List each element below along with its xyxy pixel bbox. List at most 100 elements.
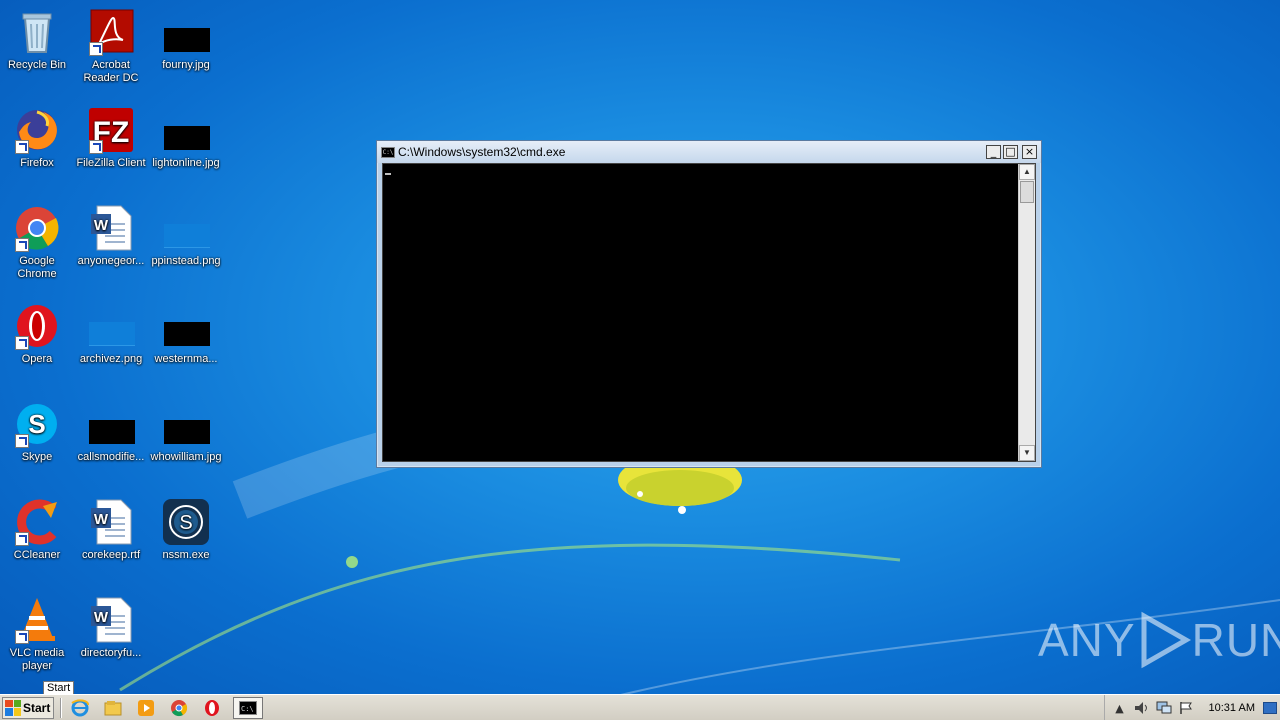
desktop-icon-label: Skype	[21, 451, 53, 463]
shortcut-arrow-icon	[15, 140, 29, 154]
desktop-icon-archivez[interactable]: archivez.png	[74, 302, 148, 366]
file-explorer-icon[interactable]	[101, 697, 125, 719]
text-cursor	[385, 173, 391, 175]
console-output[interactable]: ▲ ▼	[382, 163, 1036, 462]
svg-text:W: W	[94, 511, 109, 528]
image-file-icon	[87, 400, 135, 448]
desktop-icon-westernma[interactable]: westernma...	[149, 302, 223, 366]
image-file-icon	[162, 106, 210, 154]
show-hidden-icons-icon[interactable]: ▲	[1111, 700, 1129, 716]
cmd-titlebar[interactable]: C:\ C:\Windows\system32\cmd.exe _ □ ×	[377, 141, 1041, 163]
opera-taskbar-icon[interactable]	[200, 697, 224, 719]
shortcut-arrow-icon	[15, 630, 29, 644]
desktop-icon-label: Recycle Bin	[7, 59, 67, 71]
desktop-icon-label: Acrobat Reader DC	[83, 59, 139, 84]
desktop-icon-fourny[interactable]: fourny.jpg	[149, 8, 223, 72]
desktop-icon-anyonegeor[interactable]: W anyonegeor...	[74, 204, 148, 268]
desktop-icon-label: callsmodifie...	[77, 451, 145, 463]
vlc-icon	[13, 596, 61, 644]
desktop-icon-ccleaner[interactable]: CCleaner	[0, 498, 74, 562]
desktop-icon-label: westernma...	[154, 353, 218, 365]
chrome-taskbar-icon[interactable]	[167, 697, 191, 719]
desktop-icon-callsmodifie[interactable]: callsmodifie...	[74, 400, 148, 464]
svg-text:W: W	[94, 217, 109, 234]
console-icon: C:\	[381, 146, 395, 158]
chrome-icon	[13, 204, 61, 252]
anyrun-watermark: ANY RUN	[1038, 610, 1280, 670]
scroll-up-button[interactable]: ▲	[1019, 164, 1035, 180]
desktop-icon-label: Firefox	[20, 157, 54, 169]
firefox-icon	[13, 106, 61, 154]
desktop-icon-label: nssm.exe	[162, 549, 210, 561]
desktop-icon-google-chrome[interactable]: Google Chrome	[0, 204, 74, 281]
shortcut-arrow-icon	[89, 140, 103, 154]
desktop-icon-acrobat-reader[interactable]: Acrobat Reader DC	[74, 8, 148, 85]
watermark-left-text: ANY	[1038, 614, 1136, 666]
image-file-icon	[87, 302, 135, 350]
desktop-icon-ppinstead[interactable]: ppinstead.png	[149, 204, 223, 268]
desktop-icon-label: lightonline.jpg	[152, 157, 220, 169]
watermark-right-text: RUN	[1191, 614, 1280, 666]
svg-text:S: S	[179, 512, 192, 534]
action-center-flag-icon[interactable]	[1177, 700, 1195, 716]
shortcut-arrow-icon	[15, 434, 29, 448]
minimize-button[interactable]: _	[986, 145, 1001, 159]
vertical-scrollbar[interactable]: ▲ ▼	[1018, 164, 1035, 461]
desktop-icon-opera[interactable]: Opera	[0, 302, 74, 366]
clock[interactable]: 10:31 AM	[1209, 702, 1255, 714]
system-tray: ▲ 10:31 AM	[1103, 695, 1280, 720]
shortcut-arrow-icon	[15, 336, 29, 350]
desktop-icon-recycle-bin[interactable]: Recycle Bin	[0, 8, 74, 72]
network-icon[interactable]	[1155, 700, 1173, 716]
desktop-icon-label: ppinstead.png	[151, 255, 221, 267]
taskbar: Start C:\ ▲ 10:31 AM	[0, 694, 1280, 720]
svg-text:C:\: C:\	[241, 705, 254, 713]
desktop-icon-corekeep[interactable]: W corekeep.rtf	[74, 498, 148, 562]
scroll-down-button[interactable]: ▼	[1019, 445, 1035, 461]
filezilla-icon: FZ	[87, 106, 135, 154]
desktop-icon-label: VLC media player	[9, 647, 65, 672]
show-desktop-button[interactable]	[1263, 702, 1277, 714]
image-file-icon	[162, 8, 210, 56]
close-button[interactable]: ×	[1022, 145, 1037, 159]
shortcut-arrow-icon	[89, 42, 103, 56]
desktop-icon-directoryfu[interactable]: W directoryfu...	[74, 596, 148, 660]
nssm-icon: S	[162, 498, 210, 546]
opera-icon	[13, 302, 61, 350]
start-tooltip: Start	[43, 681, 75, 695]
shortcut-arrow-icon	[15, 238, 29, 252]
desktop-icon-label: whowilliam.jpg	[150, 451, 222, 463]
desktop-icon-label: corekeep.rtf	[81, 549, 141, 561]
skype-icon: S	[13, 400, 61, 448]
scrollbar-thumb[interactable]	[1020, 181, 1034, 203]
desktop-icon-label: fourny.jpg	[162, 59, 210, 71]
media-player-icon[interactable]	[134, 697, 158, 719]
taskbar-separator	[60, 697, 62, 718]
desktop-icon-firefox[interactable]: Firefox	[0, 106, 74, 170]
desktop-icon-nssm[interactable]: S nssm.exe	[149, 498, 223, 562]
word-document-icon: W	[87, 204, 135, 252]
desktop-icon-whowilliam[interactable]: whowilliam.jpg	[149, 400, 223, 464]
start-button[interactable]: Start	[2, 696, 54, 719]
desktop-icon-filezilla[interactable]: FZ FileZilla Client	[74, 106, 148, 170]
cmd-taskbar-button[interactable]: C:\	[233, 696, 263, 719]
internet-explorer-icon[interactable]	[68, 697, 92, 719]
desktop-icon-lightonline[interactable]: lightonline.jpg	[149, 106, 223, 170]
desktop-icon-skype[interactable]: S Skype	[0, 400, 74, 464]
svg-text:S: S	[28, 409, 45, 439]
desktop-icon-label: CCleaner	[13, 549, 61, 561]
windows-logo-icon	[5, 699, 21, 716]
image-file-icon	[162, 204, 210, 252]
desktop-icon-label: FileZilla Client	[76, 157, 146, 169]
desktop-icon-label: Opera	[21, 353, 53, 365]
desktop-icon-label: Google Chrome	[17, 255, 57, 280]
cmd-window[interactable]: C:\ C:\Windows\system32\cmd.exe _ □ × ▲ …	[376, 140, 1042, 468]
acrobat-reader-icon	[87, 8, 135, 56]
word-document-icon: W	[87, 498, 135, 546]
volume-icon[interactable]	[1133, 700, 1151, 716]
image-file-icon	[162, 302, 210, 350]
maximize-button[interactable]: □	[1003, 145, 1018, 159]
shortcut-arrow-icon	[15, 532, 29, 546]
desktop-icon-vlc[interactable]: VLC media player	[0, 596, 74, 673]
ccleaner-icon	[13, 498, 61, 546]
